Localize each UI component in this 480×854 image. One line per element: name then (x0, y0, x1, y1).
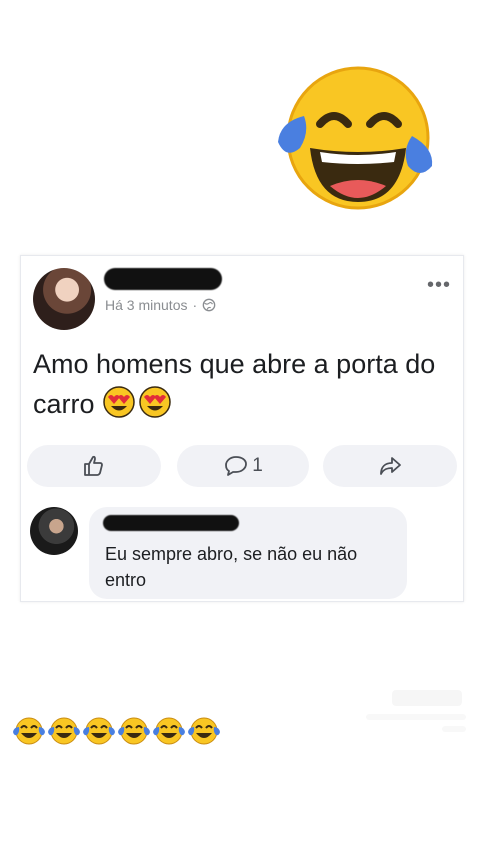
globe-icon (202, 298, 216, 312)
tears-of-joy-emoji (48, 717, 80, 745)
author-name-redacted[interactable] (104, 268, 222, 290)
heart-eyes-emoji (139, 386, 171, 418)
tears-of-joy-emoji (13, 717, 45, 745)
tears-of-joy-emoji (83, 717, 115, 745)
share-icon (380, 457, 401, 475)
watermark-logo (366, 690, 466, 732)
post-text-block: Amo homens que abre a porta do carro (33, 344, 443, 424)
post-meta: Há 3 minutos · (105, 297, 216, 313)
facebook-post-card: Há 3 minutos · ••• Amo homens que abre a… (20, 255, 464, 602)
tears-of-joy-emoji (153, 717, 185, 745)
heart-eyes-emoji (103, 386, 135, 418)
thumbs-up-icon (84, 455, 103, 476)
author-avatar[interactable] (33, 268, 95, 330)
post-time[interactable]: Há 3 minutos (105, 297, 187, 313)
post-text: Amo homens que abre a porta do carro (33, 349, 436, 419)
commenter-name-redacted[interactable] (103, 515, 239, 531)
laughing-emoji-row (12, 715, 221, 747)
comment-count: 1 (252, 455, 263, 476)
more-options-icon[interactable]: ••• (427, 275, 451, 295)
tears-of-joy-emoji (188, 717, 220, 745)
share-button[interactable] (323, 445, 457, 487)
comment-bubble: Eu sempre abro, se não eu não entro (89, 507, 407, 599)
comment-text: Eu sempre abro, se não eu não entro (105, 544, 358, 590)
tears-of-joy-emoji (118, 717, 150, 745)
watermark (362, 686, 472, 736)
commenter-avatar[interactable] (30, 507, 78, 555)
comment-button[interactable]: 1 (177, 445, 309, 487)
comment-icon (225, 456, 248, 476)
tears-of-joy-emoji (278, 66, 433, 210)
meta-separator: · (192, 297, 198, 313)
like-button[interactable] (27, 445, 161, 487)
